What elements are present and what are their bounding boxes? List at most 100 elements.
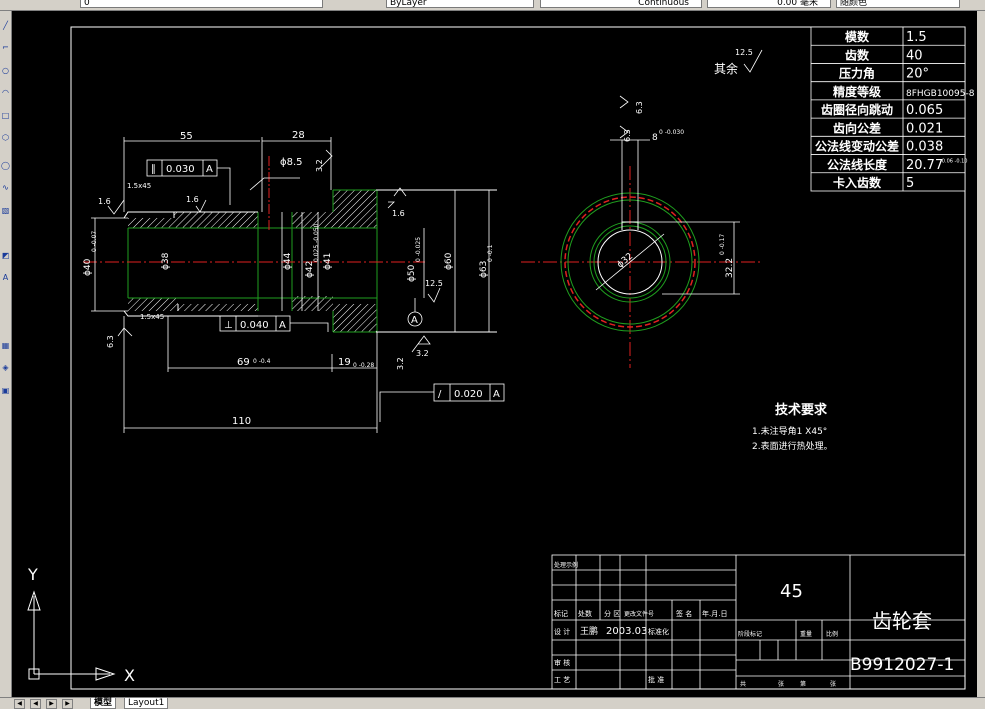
tb-label-top: 处理示例 bbox=[554, 561, 578, 569]
polyline-icon[interactable]: ⌐ bbox=[1, 43, 10, 52]
block-icon[interactable]: ◈ bbox=[1, 363, 10, 372]
tb-date: 2003.03 bbox=[606, 626, 647, 637]
tb-label-biaozhunhua: 标准化 bbox=[648, 627, 669, 636]
line-icon[interactable]: ╱ bbox=[1, 21, 10, 30]
ellipse-icon[interactable]: ◯ bbox=[1, 161, 10, 170]
side-dim-8: 8 bbox=[652, 133, 658, 143]
tb-label-zhang2: 张 bbox=[830, 680, 836, 688]
tol-2-val: 0.040 bbox=[240, 320, 269, 331]
tb-label-gengai: 更改文件号 bbox=[624, 610, 654, 618]
tol-1-ref: A bbox=[206, 164, 213, 175]
dim-phi60: ϕ60 bbox=[444, 252, 454, 270]
hatch-icon[interactable]: ▧ bbox=[1, 206, 10, 215]
dim-110: 110 bbox=[232, 416, 251, 427]
tol-3-sym: / bbox=[438, 389, 442, 400]
dim-19: 19 bbox=[338, 357, 351, 368]
gear-param-value: 5 bbox=[906, 176, 914, 191]
rough-3-2a: 3.2 bbox=[416, 349, 429, 358]
tb-label-di: 第 bbox=[800, 680, 806, 688]
tab-model[interactable]: 模型 bbox=[90, 698, 117, 709]
tb-label-zhongliang: 重量 bbox=[800, 630, 812, 638]
dim-phi42-tol: 0.025 -0.050 bbox=[313, 223, 320, 262]
qita-value: 12.5 bbox=[735, 48, 753, 57]
color-value: 0 bbox=[84, 0, 90, 8]
side-dim-32-2: 32.2 bbox=[725, 258, 735, 278]
dim-phi40: ϕ40 bbox=[83, 258, 93, 276]
tb-label-shenhe: 审 核 bbox=[554, 658, 570, 667]
linetype-dropdown[interactable]: Continuous bbox=[540, 0, 702, 8]
spline-icon[interactable]: ∿ bbox=[1, 183, 10, 192]
plotstyle-value: 随颜色 bbox=[840, 0, 868, 8]
lineweight-value: 0.00 毫米 bbox=[777, 0, 818, 8]
gear-param-label: 卡入齿数 bbox=[833, 175, 882, 190]
side-rough-6-3: 6.3 bbox=[635, 101, 644, 114]
tb-drawing-no: B9912027-1 bbox=[850, 655, 954, 675]
gear-param-value: 20.77 bbox=[906, 158, 943, 173]
datum-a-label: A bbox=[411, 315, 418, 326]
dim-69-tol: 0 -0.4 bbox=[253, 358, 271, 365]
tech-req-title: 技术要求 bbox=[775, 402, 828, 418]
tb-label-qianming: 签 名 bbox=[676, 609, 692, 618]
dim-phi40-tol: 0 -0.07 bbox=[91, 231, 98, 252]
tab-layout1[interactable]: Layout1 bbox=[124, 698, 169, 709]
title-block-text: 处理示例 标记 处数 分 区 更改文件号 签 名 年.月.日 设 计 王鹏 20… bbox=[554, 561, 954, 688]
gear-param-label: 公法线变动公差 bbox=[815, 139, 899, 154]
gear-param-label: 模数 bbox=[845, 29, 870, 44]
dim-phi63-tol: 0 -0.1 bbox=[487, 244, 494, 262]
tb-label-sheji: 设 计 bbox=[554, 627, 570, 636]
table-icon[interactable]: ▦ bbox=[1, 341, 10, 350]
dim-19-tol: 0 -0.28 bbox=[353, 362, 374, 369]
chamfer-2: 1.5x45 bbox=[140, 313, 164, 321]
rough-3-2c: 3.2 bbox=[396, 357, 405, 370]
tb-label-bili: 比例 bbox=[826, 630, 838, 638]
gear-parameter-table: 模数 1.5 齿数 40 压力角 20° 精度等级 8FHGB10095-8 齿圈径向跳动 0.0… bbox=[810, 26, 975, 192]
dim-55: 55 bbox=[180, 131, 193, 142]
rough-6-3: 6.3 bbox=[106, 335, 115, 348]
gear-param-label: 公法线长度 bbox=[827, 157, 888, 172]
rough-12-5: 12.5 bbox=[425, 279, 443, 288]
gear-param-value: 20° bbox=[906, 67, 929, 82]
layer-dropdown[interactable]: ByLayer bbox=[386, 0, 534, 8]
insert-icon[interactable]: ▣ bbox=[1, 386, 10, 395]
region-icon[interactable]: ◩ bbox=[1, 251, 10, 260]
drawing-canvas[interactable]: 55 28 110 69 0 -0.4 19 0 -0.28 ϕ8.5 1.5x… bbox=[11, 11, 977, 697]
text-icon[interactable]: A bbox=[1, 273, 10, 282]
gear-param-label: 齿数 bbox=[845, 47, 870, 62]
gear-param-value: 0.038 bbox=[906, 140, 943, 155]
circle-icon[interactable]: ○ bbox=[1, 66, 10, 75]
tb-material: 45 bbox=[780, 581, 803, 602]
dim-phi38: ϕ38 bbox=[161, 252, 171, 270]
dim-phi41: ϕ41 bbox=[323, 253, 333, 270]
tb-label-nianyueri: 年.月.日 bbox=[702, 609, 727, 618]
vertical-scrollbar[interactable] bbox=[977, 11, 985, 697]
dim-phi50: ϕ50 bbox=[407, 264, 417, 282]
arc-icon[interactable]: ◠ bbox=[1, 88, 10, 97]
gear-param-label: 齿圈径向跳动 bbox=[821, 102, 893, 117]
tb-label-zhang: 张 bbox=[778, 680, 784, 688]
side-dim-8-tol: 0 -0.030 bbox=[659, 129, 684, 136]
rough-1-6b: 1.6 bbox=[186, 195, 199, 204]
lineweight-dropdown[interactable]: 0.00 毫米 bbox=[707, 0, 831, 8]
tol-frame-2: ⊥ 0.040 A bbox=[219, 315, 329, 332]
gear-param-label: 精度等级 bbox=[833, 84, 881, 99]
gear-param-label: 齿向公差 bbox=[833, 120, 881, 135]
polygon-icon[interactable]: ⬡ bbox=[1, 133, 10, 142]
gear-param-value: 8FHGB10095-8 bbox=[906, 89, 975, 99]
side-dim-32-2-tol: 0 -0.17 bbox=[719, 234, 726, 255]
tb-label-pizhun: 批 准 bbox=[648, 675, 664, 684]
gear-wkl-tol: -0.06 -0.10 bbox=[940, 159, 967, 165]
layer-value: ByLayer bbox=[390, 0, 427, 8]
rough-1-6c: 1.6 bbox=[392, 209, 405, 218]
dim-phi85: ϕ8.5 bbox=[280, 157, 303, 168]
ucs-y-label: Y bbox=[27, 565, 38, 584]
tol-2-ref: A bbox=[279, 320, 286, 331]
plotstyle-dropdown[interactable]: 随颜色 bbox=[836, 0, 960, 8]
gear-param-value: 0.021 bbox=[906, 121, 943, 136]
ucs-x-label: X bbox=[124, 666, 135, 685]
chamfer-1: 1.5x45 bbox=[127, 182, 151, 190]
gear-param-label: 压力角 bbox=[839, 66, 875, 81]
rectangle-icon[interactable]: □ bbox=[1, 111, 10, 120]
tb-label-gong: 共 bbox=[740, 680, 746, 688]
color-dropdown[interactable]: 0 bbox=[80, 0, 323, 8]
tol-1-val: 0.030 bbox=[166, 164, 195, 175]
